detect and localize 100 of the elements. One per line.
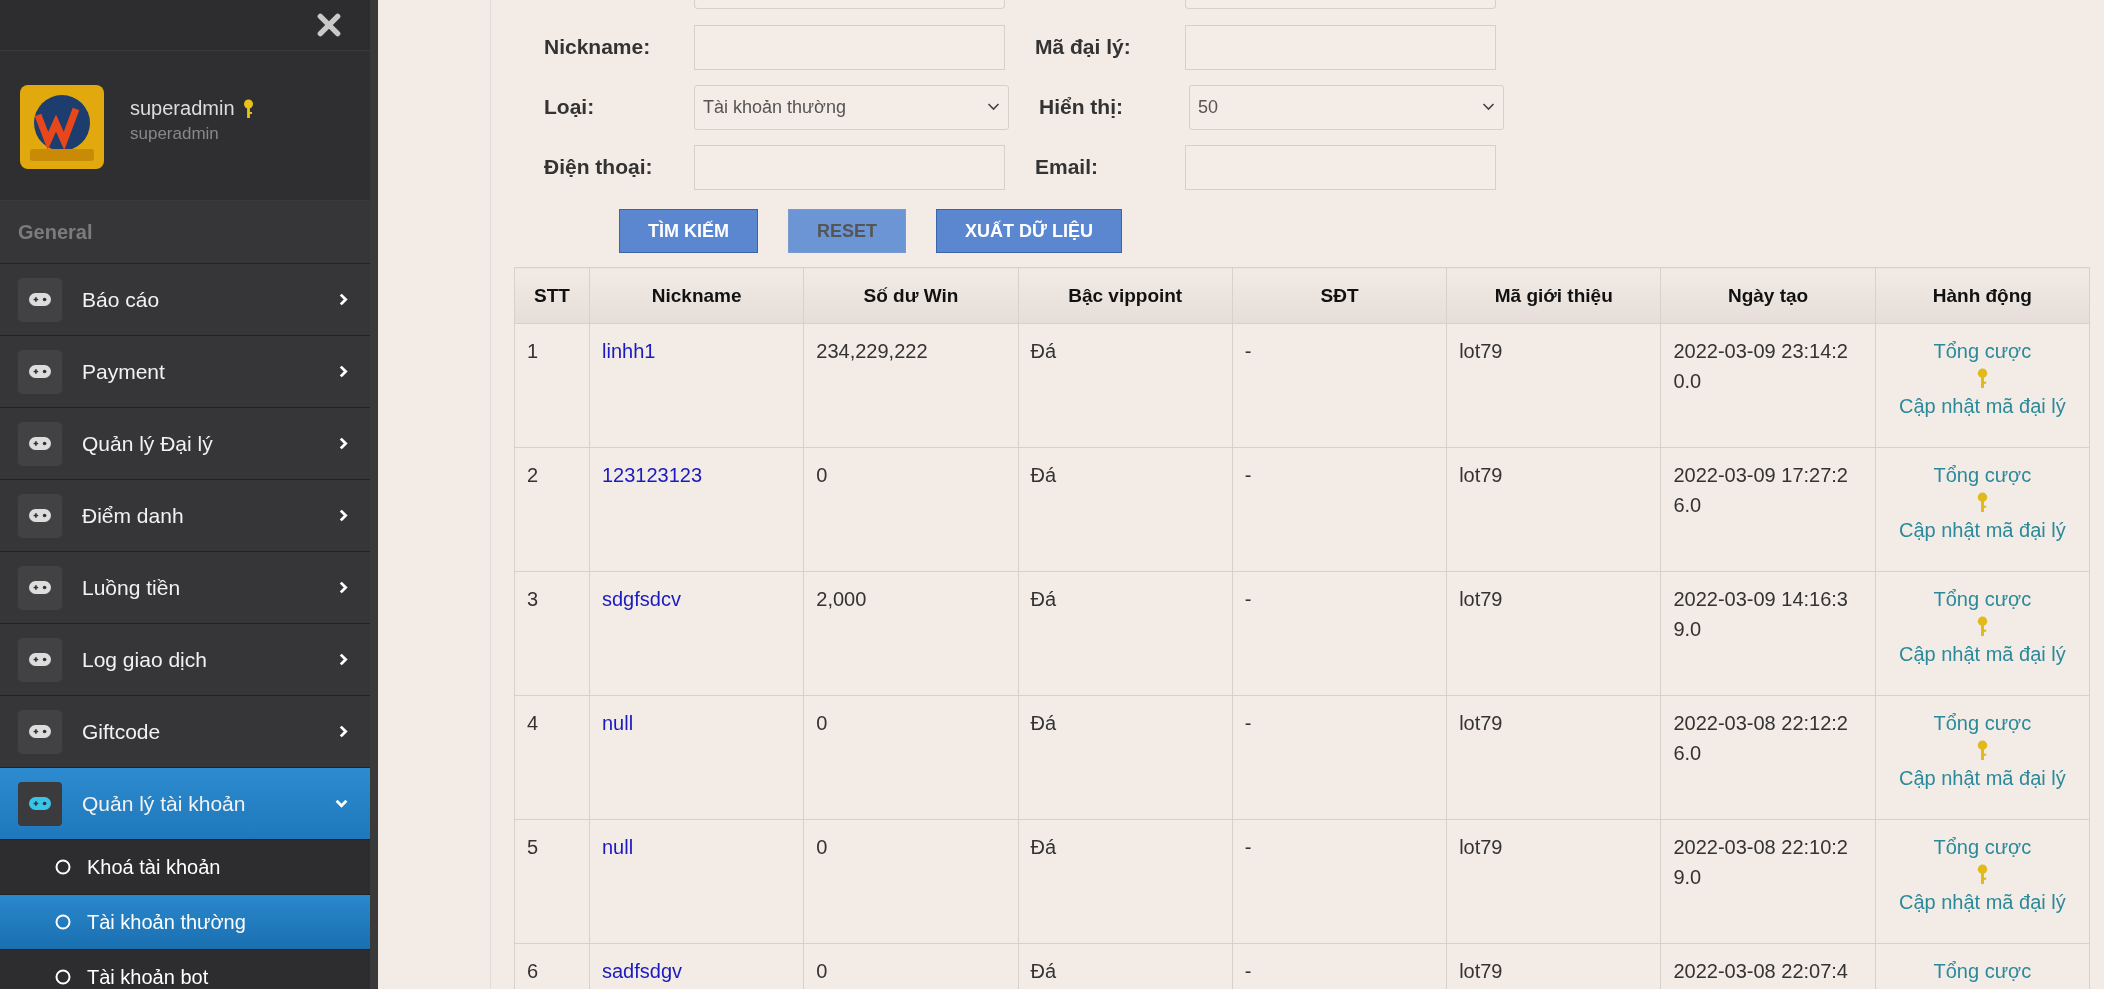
nav-item[interactable]: Báo cáo bbox=[0, 264, 370, 336]
nickname-link[interactable]: sdgfsdcv bbox=[602, 588, 681, 610]
chevron-right-icon bbox=[339, 293, 348, 306]
chevron-down-icon bbox=[1482, 103, 1495, 111]
nickname-link[interactable]: linhh1 bbox=[602, 340, 656, 362]
table-cell: lot79 bbox=[1446, 695, 1661, 820]
table-cell: 2022-03-09 23:14:20.0 bbox=[1660, 323, 1876, 448]
gamepad-icon bbox=[29, 437, 51, 450]
nickname-link[interactable]: null bbox=[602, 712, 634, 734]
table-cell: - bbox=[1232, 819, 1447, 944]
logo-icon bbox=[20, 85, 104, 169]
key-icon bbox=[1976, 616, 1988, 637]
table-cell: Đá bbox=[1018, 447, 1233, 572]
nav-item[interactable]: Quản lý tài khoản bbox=[0, 768, 370, 840]
table-cell: - bbox=[1232, 571, 1447, 696]
circle-icon bbox=[55, 914, 71, 930]
table-cell: 2 bbox=[514, 447, 590, 572]
select-field[interactable]: Tài khoản thường bbox=[694, 84, 1009, 130]
section-heading: General bbox=[0, 201, 370, 264]
table-cell: 234,229,222 bbox=[803, 323, 1019, 448]
gamepad-icon bbox=[29, 365, 51, 378]
close-icon[interactable] bbox=[316, 12, 342, 38]
chevron-down-icon bbox=[987, 103, 1000, 111]
chevron-down-icon bbox=[335, 799, 348, 808]
input-field[interactable] bbox=[694, 24, 1005, 70]
table-cell: 2022-03-09 17:27:26.0 bbox=[1660, 447, 1876, 572]
action-link[interactable]: Tổng cược bbox=[1887, 832, 2077, 862]
input-field[interactable] bbox=[1185, 24, 1496, 70]
table-cell: 1 bbox=[514, 323, 590, 448]
column-header[interactable]: Số dư Win bbox=[803, 267, 1019, 324]
field-label: Email: bbox=[1035, 155, 1100, 179]
table-cell: 2022-03-08 22:12:26.0 bbox=[1660, 695, 1876, 820]
key-icon bbox=[242, 98, 254, 119]
input-field[interactable] bbox=[694, 144, 1005, 190]
table-cell: Đá bbox=[1018, 695, 1233, 820]
table-cell: - bbox=[1232, 695, 1447, 820]
scrollbar[interactable] bbox=[370, 0, 378, 989]
nav-item[interactable]: Payment bbox=[0, 336, 370, 408]
chevron-right-icon bbox=[339, 437, 348, 450]
user-name: superadmin bbox=[130, 97, 235, 120]
nav-item[interactable]: Giftcode bbox=[0, 696, 370, 768]
submenu-item[interactable]: Tài khoản thường bbox=[0, 895, 370, 950]
chevron-right-icon bbox=[339, 581, 348, 594]
table-cell: 4 bbox=[514, 695, 590, 820]
column-header[interactable]: Ngày tạo bbox=[1660, 267, 1876, 324]
table-cell: lot79 bbox=[1446, 819, 1661, 944]
user-role: superadmin bbox=[130, 124, 220, 144]
gamepad-icon bbox=[29, 653, 51, 666]
table-cell: 0 bbox=[803, 447, 1019, 572]
column-header[interactable]: Bậc vippoint bbox=[1018, 267, 1233, 324]
column-header[interactable]: STT bbox=[514, 267, 590, 324]
gamepad-icon bbox=[29, 725, 51, 738]
nav-item[interactable]: Quản lý Đại lý bbox=[0, 408, 370, 480]
chevron-right-icon bbox=[339, 653, 348, 666]
chevron-right-icon bbox=[339, 365, 348, 378]
nickname-link[interactable]: null bbox=[602, 836, 634, 858]
nav-item[interactable]: Luồng tiền bbox=[0, 552, 370, 624]
table-cell: 2022-03-08 22:10:29.0 bbox=[1660, 819, 1876, 944]
table-cell: Đá bbox=[1018, 323, 1233, 448]
circle-icon bbox=[55, 859, 71, 875]
field-label: Hiển thị: bbox=[1039, 95, 1124, 119]
table-cell: 6 bbox=[514, 943, 590, 989]
action-link[interactable]: Tổng cược bbox=[1887, 584, 2077, 614]
table-cell: 2022-03-09 14:16:39.0 bbox=[1660, 571, 1876, 696]
gamepad-icon bbox=[29, 509, 51, 522]
key-icon bbox=[1976, 368, 1988, 389]
key-icon bbox=[1976, 492, 1988, 513]
action-button[interactable]: TÌM KIẾM bbox=[619, 209, 758, 253]
select-field[interactable] bbox=[1185, 0, 1496, 9]
nickname-link[interactable]: sadfsdgv bbox=[602, 960, 683, 982]
chevron-right-icon bbox=[339, 509, 348, 522]
nickname-link[interactable]: 123123123 bbox=[602, 464, 703, 486]
column-header[interactable]: Nickname bbox=[589, 267, 804, 324]
table-cell: 2,000 bbox=[803, 571, 1019, 696]
circle-icon bbox=[55, 969, 71, 985]
table-cell: lot79 bbox=[1446, 323, 1661, 448]
table-cell: 3 bbox=[514, 571, 590, 696]
action-button[interactable]: XUẤT DỮ LIỆU bbox=[936, 209, 1122, 253]
nav-item[interactable]: Log giao dịch bbox=[0, 624, 370, 696]
column-header[interactable]: SĐT bbox=[1232, 267, 1447, 324]
action-link[interactable]: Tổng cược bbox=[1887, 336, 2077, 366]
input-field[interactable] bbox=[1185, 144, 1496, 190]
nav-item[interactable]: Điểm danh bbox=[0, 480, 370, 552]
table-cell: 0 bbox=[803, 695, 1019, 820]
key-icon bbox=[1976, 740, 1988, 761]
gamepad-icon bbox=[29, 581, 51, 594]
gamepad-icon bbox=[29, 797, 51, 810]
table-cell: Đá bbox=[1018, 819, 1233, 944]
table-cell: Đá bbox=[1018, 571, 1233, 696]
action-link[interactable]: Tổng cược bbox=[1887, 708, 2077, 738]
column-header[interactable]: Hành động bbox=[1875, 267, 2090, 324]
table-cell: - bbox=[1232, 323, 1447, 448]
field-label: Loại: bbox=[544, 95, 596, 119]
table-cell: 0 bbox=[803, 819, 1019, 944]
column-header[interactable]: Mã giới thiệu bbox=[1446, 267, 1661, 324]
action-link[interactable]: Tổng cược bbox=[1887, 460, 2077, 490]
select-field[interactable] bbox=[694, 0, 1005, 9]
table-cell: lot79 bbox=[1446, 571, 1661, 696]
field-label: Mã đại lý: bbox=[1035, 35, 1132, 59]
select-field[interactable]: 50 bbox=[1189, 84, 1504, 130]
